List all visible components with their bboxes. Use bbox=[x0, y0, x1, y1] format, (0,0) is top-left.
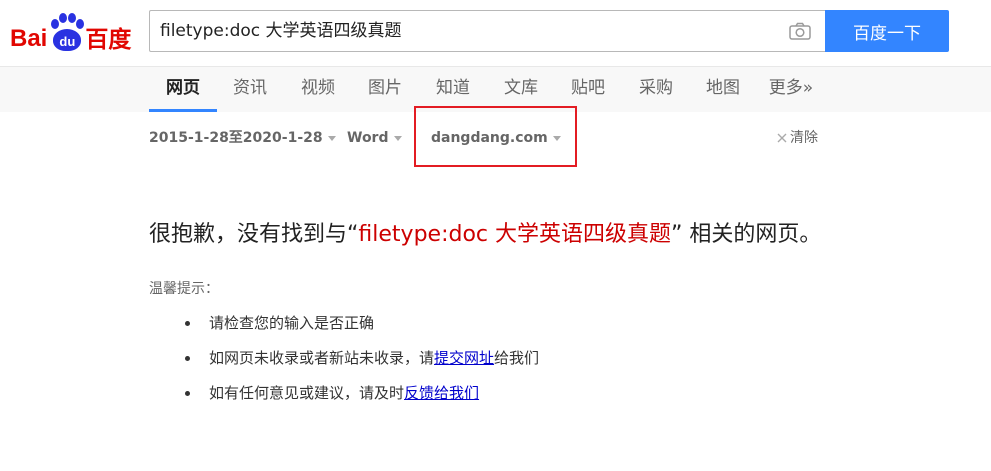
clear-filter-label: 清除 bbox=[790, 130, 818, 146]
search-button[interactable]: 百度一下 bbox=[825, 10, 949, 52]
no-result-suffix: 相关的网页。 bbox=[682, 222, 822, 247]
tip-item: 如有任何意见或建议，请及时反馈给我们 bbox=[185, 382, 539, 417]
tip-item: 请检查您的输入是否正确 bbox=[185, 312, 539, 347]
logo-text-bai: Bai bbox=[10, 25, 48, 52]
tip-text: 请检查您的输入是否正确 bbox=[209, 314, 375, 332]
tips-title: 温馨提示： bbox=[149, 281, 219, 297]
paw-icon: du bbox=[48, 13, 85, 53]
close-quote: ” bbox=[671, 222, 683, 247]
camera-icon[interactable] bbox=[789, 22, 811, 40]
tab-news[interactable]: 资讯 bbox=[226, 67, 274, 112]
filter-format[interactable]: Word bbox=[347, 127, 402, 149]
filter-format-label: Word bbox=[347, 130, 389, 146]
tip-text: 如网页未收录或者新站未收录，请 bbox=[209, 349, 435, 367]
logo-text-du: du bbox=[59, 34, 76, 49]
tip-text: 给我们 bbox=[494, 349, 540, 367]
filter-date-label: 2015-1-28至2020-1-28 bbox=[149, 130, 323, 146]
caret-down-icon bbox=[393, 135, 402, 141]
filter-date[interactable]: 2015-1-28至2020-1-28 bbox=[149, 127, 336, 149]
header: Bai du 百度 百度一下 bbox=[0, 0, 991, 66]
no-result-prefix: 很抱歉，没有找到与 bbox=[149, 222, 348, 247]
baidu-logo[interactable]: Bai du 百度 bbox=[10, 9, 140, 53]
tab-more[interactable]: 更多» bbox=[766, 67, 816, 112]
tab-purchase[interactable]: 采购 bbox=[632, 67, 680, 112]
tab-map[interactable]: 地图 bbox=[699, 67, 747, 112]
tip-text: 如有任何意见或建议，请及时 bbox=[209, 384, 405, 402]
search-input[interactable] bbox=[160, 11, 780, 51]
feedback-link[interactable]: 反馈给我们 bbox=[404, 384, 479, 402]
logo-text-cn: 百度 bbox=[85, 26, 132, 52]
clear-filter-button[interactable]: 清除 bbox=[776, 127, 818, 149]
tips-list: 请检查您的输入是否正确 如网页未收录或者新站未收录，请提交网址给我们 如有任何意… bbox=[185, 312, 539, 417]
no-result-query: filetype:doc 大学英语四级真题 bbox=[358, 222, 671, 247]
search-box bbox=[149, 10, 825, 52]
no-result-message: 很抱歉，没有找到与“filetype:doc 大学英语四级真题” 相关的网页。 bbox=[149, 220, 979, 250]
close-icon bbox=[777, 133, 787, 143]
tab-video[interactable]: 视频 bbox=[294, 67, 342, 112]
tip-item: 如网页未收录或者新站未收录，请提交网址给我们 bbox=[185, 347, 539, 382]
caret-down-icon bbox=[327, 135, 336, 141]
tab-images[interactable]: 图片 bbox=[361, 67, 409, 112]
highlight-annotation-box bbox=[414, 106, 577, 167]
tab-web[interactable]: 网页 bbox=[149, 67, 217, 112]
open-quote: “ bbox=[347, 222, 359, 247]
submit-url-link[interactable]: 提交网址 bbox=[434, 349, 494, 367]
